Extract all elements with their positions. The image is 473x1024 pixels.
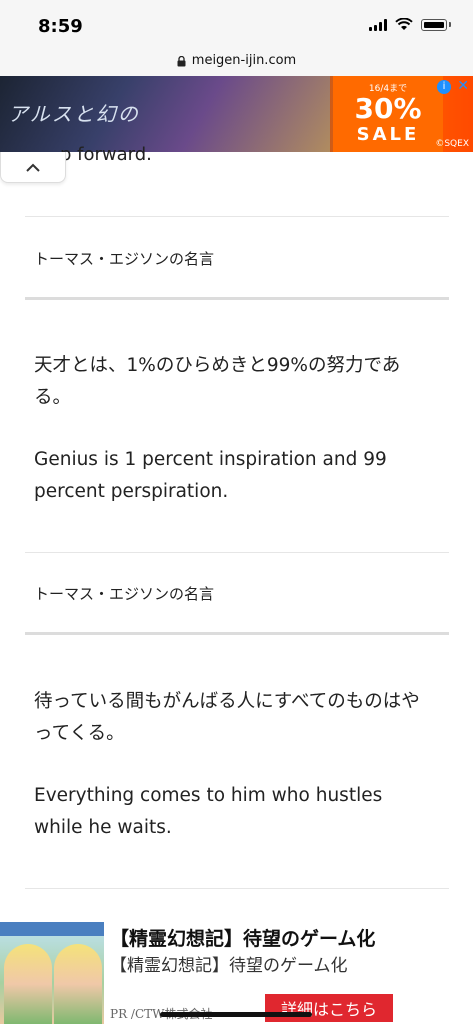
- status-bar: 8:59: [0, 0, 473, 44]
- truncated-text: p forward.: [60, 144, 152, 165]
- ad-info-icon[interactable]: i: [437, 80, 451, 94]
- ad-thumbnail-band: [0, 922, 104, 936]
- wifi-icon: [395, 18, 413, 30]
- divider: [25, 216, 449, 217]
- ad-thumbnail: [0, 922, 104, 1024]
- quote-english: Genius is 1 percent inspiration and 99 p…: [34, 449, 387, 502]
- ad-logo: アルスと幻の: [8, 102, 140, 126]
- clock: 8:59: [38, 16, 83, 37]
- address-bar[interactable]: meigen-ijin.com: [0, 44, 473, 76]
- ad-details-button[interactable]: 詳細はこちら: [265, 994, 393, 1022]
- ad-close-icon[interactable]: ✕: [457, 78, 469, 94]
- ad-character: [54, 944, 102, 1024]
- url-text: meigen-ijin.com: [191, 52, 297, 68]
- ad-sale-word: SALE: [356, 124, 420, 145]
- lock-icon: [177, 55, 186, 66]
- quote-author: トーマス・エジソンの名言: [34, 585, 215, 603]
- ad-brand: ©SQEX: [435, 139, 469, 149]
- quote-japanese: 待っている間もがんばる人にすべてのものはやってくる。: [34, 691, 420, 744]
- divider-heavy: [25, 297, 449, 300]
- divider-heavy: [25, 632, 449, 635]
- ad-character: [4, 944, 52, 1024]
- home-indicator[interactable]: [160, 1012, 312, 1017]
- divider: [25, 552, 449, 553]
- battery-tip: [449, 22, 451, 27]
- quote-english: Everything comes to him who hustles whil…: [34, 785, 383, 838]
- top-ad-banner[interactable]: アルスと幻の 16/4まで 30% SALE i ✕ ©SQEX: [0, 76, 473, 152]
- ad-collapse-button[interactable]: [0, 152, 66, 183]
- quote-author: トーマス・エジソンの名言: [34, 250, 215, 268]
- ad-subheadline[interactable]: 【精霊幻想記】待望のゲーム化: [110, 951, 348, 976]
- battery-icon: [421, 18, 447, 31]
- status-icons: [369, 18, 451, 31]
- quote-japanese: 天才とは、1%のひらめきと99%の努力である。: [34, 355, 401, 408]
- divider: [25, 888, 449, 889]
- chevron-up-icon: [26, 163, 40, 172]
- cellular-signal-icon: [369, 18, 387, 31]
- ad-sale-percent: 30%: [354, 92, 422, 125]
- ad-sale-box: 16/4まで 30% SALE: [333, 76, 443, 152]
- ad-headline[interactable]: 【精霊幻想記】待望のゲーム化: [110, 924, 375, 951]
